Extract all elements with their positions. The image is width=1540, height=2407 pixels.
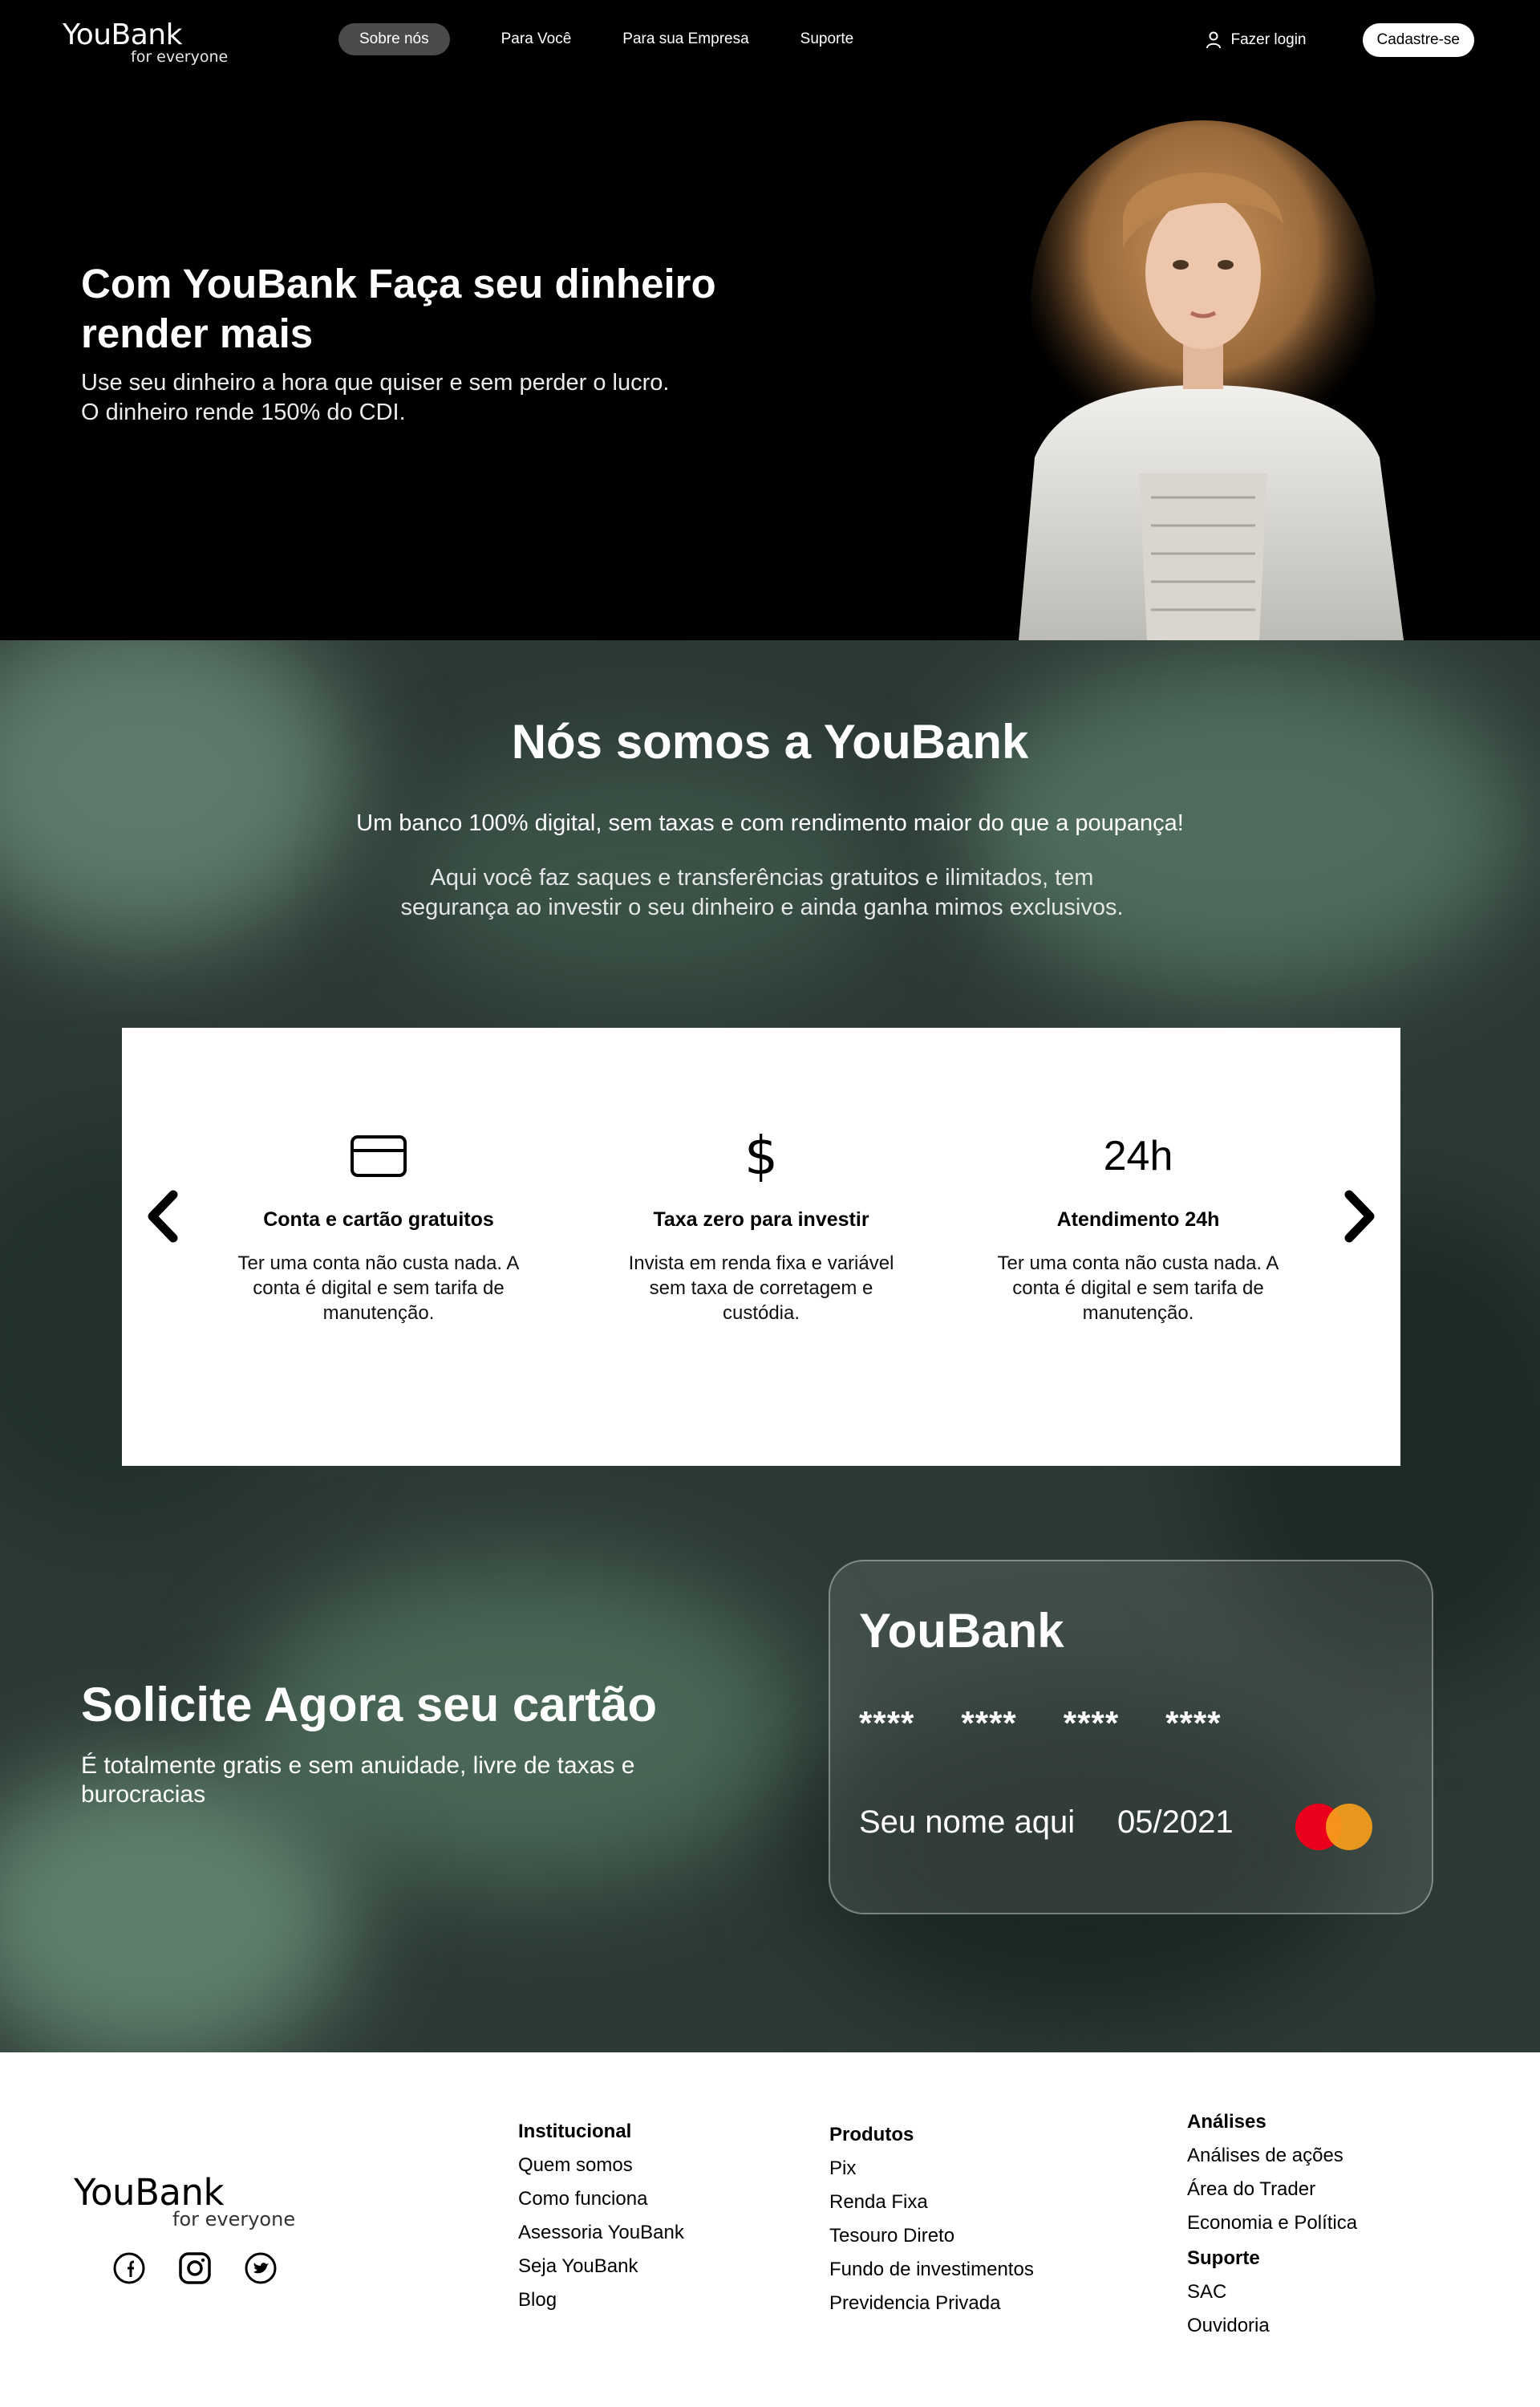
nav-item-suporte[interactable]: Suporte (800, 23, 854, 55)
footer-link[interactable]: Área do Trader (1187, 2173, 1357, 2206)
feature-card-free-account: Conta e cartão gratuitos Ter uma conta n… (226, 1124, 531, 1325)
logo-brand: YouBank (63, 18, 182, 51)
nav-item-para-voce[interactable]: Para Você (501, 23, 572, 55)
about-title: Nós somos a YouBank (511, 715, 1029, 769)
about-lead: Um banco 100% digital, sem taxas e com r… (356, 810, 1184, 836)
features-carousel: Conta e cartão gratuitos Ter uma conta n… (122, 1028, 1400, 1466)
feature-description: Ter uma conta não custa nada. A conta é … (997, 1252, 1279, 1324)
twitter-icon[interactable] (244, 2251, 278, 2285)
footer-link[interactable]: Quem somos (518, 2149, 684, 2182)
footer-link[interactable]: Pix (829, 2152, 1034, 2186)
feature-card-zero-fee: $ Taxa zero para investir Invista em ren… (609, 1124, 914, 1325)
social-links (112, 2251, 310, 2285)
user-icon (1206, 31, 1221, 49)
instagram-icon[interactable] (178, 2251, 212, 2285)
about-body: Aqui você faz saques e transferências gr… (400, 865, 1124, 920)
footer-link[interactable]: Renda Fixa (829, 2186, 1034, 2219)
card-number-group: **** (1063, 1704, 1120, 1742)
nav-item-para-empresa[interactable]: Para sua Empresa (622, 23, 748, 55)
nav-links: Sobre nós Para Você Para sua Empresa Sup… (338, 23, 905, 55)
top-nav: YouBank for everyone Sobre nós Para Você… (0, 0, 1540, 80)
mastercard-logo-icon (1295, 1804, 1372, 1850)
dollar-icon: $ (744, 1125, 778, 1187)
card-number-group: **** (859, 1704, 915, 1742)
feature-title: Atendimento 24h (1056, 1208, 1220, 1231)
feature-description: Ter uma conta não custa nada. A conta é … (237, 1252, 520, 1324)
signup-button[interactable]: Cadastre-se (1362, 23, 1474, 57)
footer-link[interactable]: Ouvidoria (1187, 2309, 1357, 2343)
footer-link[interactable]: Tesouro Direto (829, 2219, 1034, 2253)
footer-link[interactable]: Asessoria YouBank (518, 2216, 684, 2250)
footer-link[interactable]: Fundo de investimentos (829, 2253, 1034, 2287)
facebook-icon[interactable] (112, 2251, 146, 2285)
footer-heading: Produtos (829, 2124, 914, 2145)
footer-col-produtos: Produtos Pix Renda Fixa Tesouro Direto F… (829, 2118, 1034, 2320)
footer: YouBank for everyone Institucional Quem … (0, 2052, 1540, 2407)
card-number-group: **** (961, 1704, 1017, 1742)
card-brand: YouBank (859, 1604, 1064, 1658)
feature-description: Invista em renda fixa e variável sem tax… (628, 1252, 894, 1324)
footer-heading: Análises (1187, 2111, 1266, 2133)
hero-portrait-image (1019, 120, 1404, 640)
hero-title: Com YouBank Faça seu dinheiro render mai… (81, 261, 716, 356)
login-label: Fazer login (1230, 31, 1307, 48)
credit-card-icon (351, 1135, 407, 1177)
footer-heading: Suporte (1187, 2247, 1260, 2269)
footer-logo[interactable]: YouBank for everyone (74, 2171, 295, 2231)
card-number: **** **** **** **** (859, 1704, 1268, 1743)
footer-link[interactable]: Economia e Política (1187, 2206, 1357, 2240)
card-holder-name: Seu nome aqui (859, 1804, 1076, 1840)
footer-link[interactable]: Seja YouBank (518, 2250, 684, 2283)
feature-card-24h-support: 24h Atendimento 24h Ter uma conta não cu… (986, 1124, 1291, 1325)
footer-link[interactable]: Blog (518, 2283, 684, 2317)
footer-col-analises: Análises Análises de ações Área do Trade… (1187, 2105, 1357, 2343)
footer-link[interactable]: SAC (1187, 2275, 1357, 2309)
cta-subtitle: É totalmente gratis e sem anuidade, livr… (81, 1752, 635, 1808)
footer-link[interactable]: Análises de ações (1187, 2139, 1357, 2173)
login-button[interactable]: Fazer login (1206, 31, 1307, 49)
logo[interactable]: YouBank for everyone (63, 18, 228, 67)
footer-link[interactable]: Previdencia Privada (829, 2287, 1034, 2320)
card-expiry: 05/2021 (1117, 1804, 1234, 1840)
hero-subtitle: Use seu dinheiro a hora que quiser e sem… (81, 370, 670, 425)
carousel-prev-arrow-icon[interactable] (140, 1188, 188, 1244)
footer-link[interactable]: Como funciona (518, 2182, 684, 2216)
footer-logo-tagline: for everyone (172, 2208, 296, 2230)
cta-title: Solicite Agora seu cartão (81, 1678, 658, 1731)
card-number-group: **** (1165, 1704, 1222, 1742)
24h-icon: 24h (1103, 1133, 1173, 1179)
nav-actions: Fazer login Cadastre-se (1206, 23, 1474, 57)
footer-logo-brand: YouBank (74, 2171, 225, 2214)
feature-title: Conta e cartão gratuitos (263, 1208, 494, 1231)
feature-title: Taxa zero para investir (653, 1208, 869, 1231)
hero-section: YouBank for everyone Sobre nós Para Você… (0, 0, 1540, 640)
nav-item-sobre-nos[interactable]: Sobre nós (338, 23, 450, 55)
footer-col-institucional: Institucional Quem somos Como funciona A… (518, 2115, 684, 2317)
credit-card-preview: YouBank **** **** **** **** Seu nome aqu… (829, 1560, 1433, 1914)
carousel-next-arrow-icon[interactable] (1335, 1188, 1383, 1244)
footer-heading: Institucional (518, 2121, 632, 2142)
logo-tagline: for everyone (131, 48, 229, 66)
